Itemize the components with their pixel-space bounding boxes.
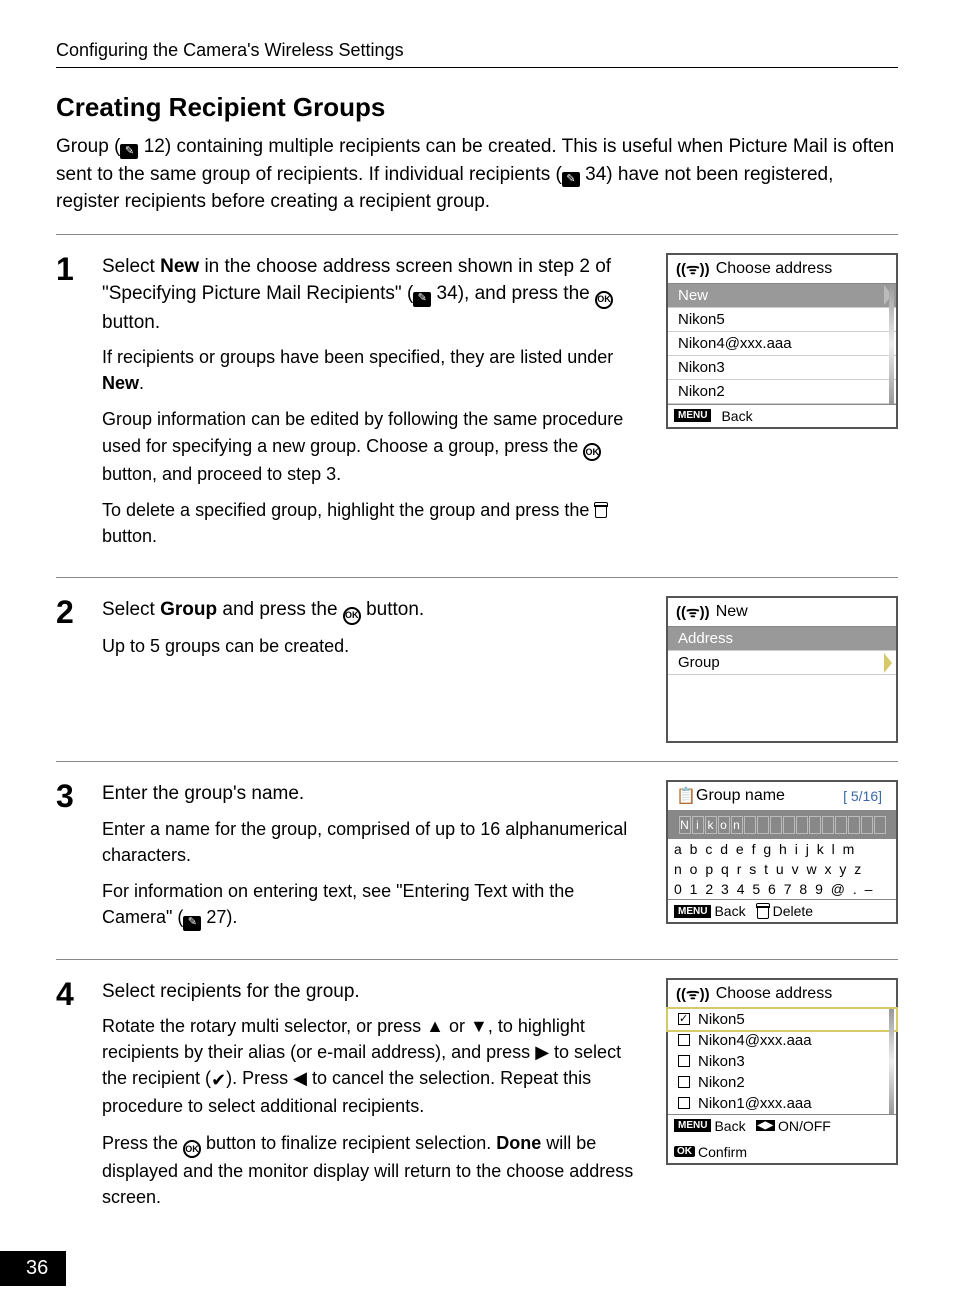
- step-4-note-1: Rotate the rotary multi selector, or pre…: [102, 1013, 638, 1119]
- scrollbar: [889, 1009, 894, 1114]
- menu-chip: MENU: [674, 905, 711, 918]
- step-number: 2: [56, 596, 84, 743]
- ok-icon: OK: [183, 1140, 201, 1158]
- cam-item: Address: [668, 627, 896, 651]
- cam-item: Nikon2: [668, 380, 896, 404]
- recipient-item: Nikon1@xxx.aaa: [668, 1093, 896, 1114]
- step-1-note-3: To delete a specified group, highlight t…: [102, 497, 638, 549]
- cam-item-selected: New: [668, 284, 896, 308]
- step-number: 1: [56, 253, 84, 560]
- step-3: 3 Enter the group's name. Enter a name f…: [56, 780, 898, 940]
- figure-choose-address: ((ᯤ)) Choose address New Nikon5 Nikon4@xx…: [666, 253, 898, 429]
- list-icon: 📋: [676, 786, 690, 806]
- ok-icon: OK: [343, 607, 361, 625]
- step-4-note-2: Press the OK button to finalize recipien…: [102, 1130, 638, 1211]
- foot-back: Back: [721, 408, 752, 424]
- step-number: 3: [56, 780, 84, 940]
- wifi-icon: ((ᯤ)): [676, 259, 710, 279]
- step-3-note-1: Enter a name for the group, comprised of…: [102, 816, 638, 868]
- entry-field: N i k o n: [668, 811, 896, 839]
- step-4: 4 Select recipients for the group. Rotat…: [56, 978, 898, 1221]
- checkbox: [678, 1097, 690, 1109]
- breadcrumb: Configuring the Camera's Wireless Settin…: [56, 40, 898, 68]
- ok-chip: OK: [674, 1146, 695, 1157]
- step-3-lead: Enter the group's name.: [102, 780, 638, 808]
- cam-item-selected: Group: [668, 651, 896, 675]
- trash-icon: [594, 502, 608, 518]
- foot-onoff: ON/OFF: [778, 1118, 831, 1134]
- keyboard: a b c d e f g h i j k l m n o p q r s t …: [668, 839, 896, 899]
- checkbox: [678, 1034, 690, 1046]
- ok-icon: OK: [595, 291, 613, 309]
- step-1-lead: Select New in the choose address screen …: [102, 253, 638, 337]
- section-title: Creating Recipient Groups: [56, 92, 898, 123]
- recipient-item: Nikon4@xxx.aaa: [668, 1030, 896, 1051]
- ok-icon: OK: [583, 443, 601, 461]
- cam-item: Nikon5: [668, 308, 896, 332]
- recipient-item: Nikon3: [668, 1051, 896, 1072]
- wifi-icon: ((ᯤ)): [676, 984, 710, 1004]
- step-3-note-2: For information on entering text, see "E…: [102, 878, 638, 931]
- figure-new-menu: ((ᯤ)) New Address Group: [666, 596, 898, 743]
- step-2-lead: Select Group and press the OK button.: [102, 596, 638, 625]
- menu-chip: MENU: [674, 409, 711, 422]
- recipient-item-selected: Nikon5: [668, 1009, 896, 1030]
- step-1-note-1: If recipients or groups have been specif…: [102, 344, 638, 396]
- recipient-item: Nikon2: [668, 1072, 896, 1093]
- figure-title: Choose address: [716, 985, 833, 1003]
- foot-delete: Delete: [773, 903, 813, 919]
- page-number: 36: [0, 1251, 66, 1286]
- figure-title: New: [716, 603, 748, 621]
- menu-chip: MENU: [674, 1119, 711, 1132]
- lr-chip: ◀▶: [756, 1120, 775, 1131]
- checkbox: [678, 1076, 690, 1088]
- step-2: 2 Select Group and press the OK button. …: [56, 596, 898, 743]
- intro-paragraph: Group (✎ 12) containing multiple recipie…: [56, 133, 898, 216]
- ref-icon: ✎: [120, 144, 138, 159]
- wifi-icon: ((ᯤ)): [676, 602, 710, 622]
- foot-back: Back: [714, 903, 745, 919]
- check-icon: ✔: [211, 1067, 226, 1093]
- figure-title: Group name: [696, 787, 785, 805]
- char-counter: [ 5/16]: [843, 788, 888, 804]
- checkbox: [678, 1055, 690, 1067]
- figure-text-entry: 📋 Group name [ 5/16] N i k o n a b c d e f…: [666, 780, 898, 924]
- step-1-note-2: Group information can be edited by follo…: [102, 406, 638, 487]
- scrollbar: [889, 284, 894, 404]
- step-4-lead: Select recipients for the group.: [102, 978, 638, 1006]
- foot-confirm: Confirm: [698, 1144, 747, 1160]
- ref-icon: ✎: [413, 292, 431, 307]
- checkbox-checked: [678, 1013, 690, 1025]
- figure-select-recipients: ((ᯤ)) Choose address Nikon5 Nikon4@xxx.aa…: [666, 978, 898, 1165]
- trash-icon: [756, 903, 770, 919]
- ref-icon: ✎: [562, 172, 580, 187]
- cam-item: Nikon4@xxx.aaa: [668, 332, 896, 356]
- step-2-note: Up to 5 groups can be created.: [102, 633, 638, 659]
- figure-title: Choose address: [716, 260, 833, 278]
- foot-back: Back: [714, 1118, 745, 1134]
- ref-icon: ✎: [183, 916, 201, 931]
- step-number: 4: [56, 978, 84, 1221]
- step-1: 1 Select New in the choose address scree…: [56, 253, 898, 560]
- cam-item: Nikon3: [668, 356, 896, 380]
